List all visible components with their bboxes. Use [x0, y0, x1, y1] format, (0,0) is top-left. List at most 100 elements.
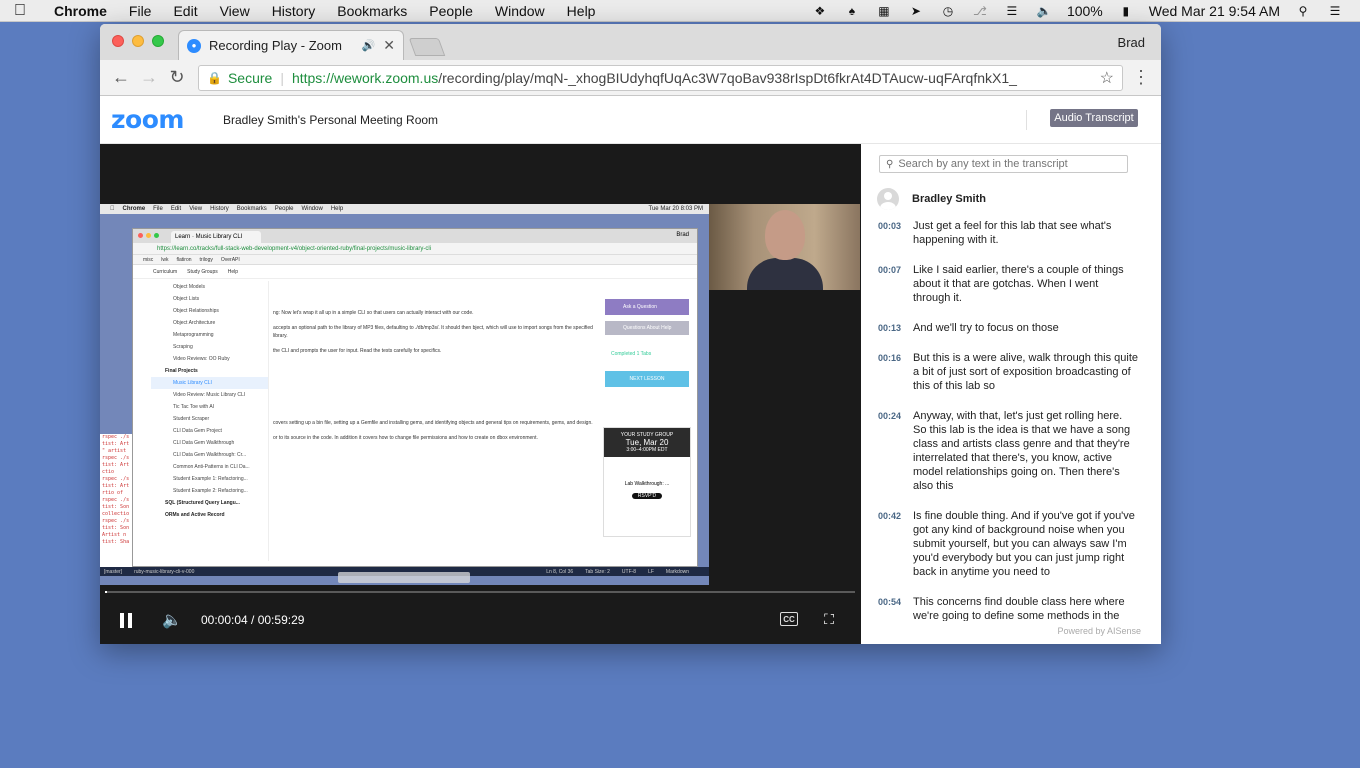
powered-by-aisense[interactable]: Powered by AISense [1057, 626, 1141, 636]
shared-clock: Tue Mar 20 8:03 PM [648, 206, 703, 212]
seek-bar[interactable] [105, 591, 855, 593]
app-grid-icon[interactable]: ▦ [875, 4, 893, 18]
player-main:  Chrome File Edit View History Bookmark… [100, 144, 1161, 644]
transcript-timestamp[interactable]: 00:07 [878, 263, 913, 305]
menu-view[interactable]: View [209, 3, 261, 19]
transcript-search[interactable]: ⚲ [879, 155, 1128, 173]
transcript-entry[interactable]: 00:13 And we'll try to focus on those [878, 321, 1148, 335]
menu-app[interactable]: Chrome [40, 3, 118, 19]
transcript-timestamp[interactable]: 00:42 [878, 509, 913, 579]
minimize-window-button[interactable] [132, 35, 144, 47]
menu-edit[interactable]: Edit [162, 3, 208, 19]
shared-sidebar-item: Video Review: Music Library CLI [173, 392, 246, 398]
fullscreen-icon[interactable]: ⛶ [820, 610, 838, 628]
transcript-search-input[interactable] [898, 158, 1119, 170]
menu-people[interactable]: People [418, 3, 484, 19]
os-menubar:  Chrome File Edit View History Bookmark… [0, 0, 1360, 22]
zoom-favicon-icon: ● [187, 38, 201, 53]
shared-sidebar-item: Student Example 1: Refactoring... [173, 476, 248, 482]
shared-sidebar-section: ORMs and Active Record [165, 512, 225, 518]
shared-next-lesson: NEXT LESSON [605, 371, 689, 387]
transcript-text[interactable]: Like I said earlier, there's a couple of… [913, 263, 1138, 305]
url-text[interactable]: https://wework.zoom.us/recording/play/mq… [292, 70, 1094, 86]
shared-curriculum-sidebar: Object Models Object Lists Object Relati… [151, 281, 269, 561]
notification-center-icon[interactable]: ☰ [1326, 4, 1344, 18]
address-bar[interactable]: 🔒 Secure | https://wework.zoom.us/record… [198, 64, 1123, 91]
pause-icon [120, 612, 124, 628]
apple-icon[interactable]:  [0, 2, 40, 20]
transcript-entry[interactable]: 00:03 Just get a feel for this lab that … [878, 219, 1148, 247]
transcript-entry[interactable]: 00:24 Anyway, with that, let's just get … [878, 409, 1148, 493]
spotlight-search-icon[interactable]: ⚲ [1294, 4, 1312, 18]
shared-status-item: LF [648, 568, 654, 575]
airmail-icon[interactable]: ➤ [907, 4, 925, 18]
tab-audio-icon[interactable]: 🔊 [362, 39, 376, 52]
transcript-timestamp[interactable]: 00:24 [878, 409, 913, 493]
shared-sidebar-item: Student Scraper [173, 416, 210, 422]
transcript-entry[interactable]: 00:07 Like I said earlier, there's a cou… [878, 263, 1148, 305]
transcript-timestamp[interactable]: 00:03 [878, 219, 913, 247]
transcript-text[interactable]: And we'll try to focus on those [913, 321, 1138, 335]
transcript-entry[interactable]: 00:42 Is fine double thing. And if you'v… [878, 509, 1148, 579]
evernote-icon[interactable]: ♠ [843, 4, 861, 18]
omnibox-separator: | [280, 69, 284, 86]
bluetooth-icon[interactable]: ⎇ [971, 4, 989, 18]
menu-history[interactable]: History [261, 3, 327, 19]
shared-menu-history: History [205, 206, 229, 212]
tab-recording-play[interactable]: ● Recording Play - Zoom 🔊 ✕ [178, 30, 404, 60]
shared-paragraph: ng: Now let's wrap it all up in a simple… [273, 310, 474, 316]
video-player[interactable]:  Chrome File Edit View History Bookmark… [100, 144, 861, 644]
bookmark-star-icon[interactable]: ☆ [1100, 68, 1114, 88]
new-tab-button[interactable] [408, 38, 446, 56]
transcript-entries: 00:03 Just get a feel for this lab that … [878, 219, 1148, 621]
shared-sidebar-item: Metaprogramming [173, 332, 214, 338]
transcript-timestamp[interactable]: 00:16 [878, 351, 913, 393]
transcript-timestamp[interactable]: 00:54 [878, 595, 913, 621]
volume-icon[interactable]: 🔈 [1035, 4, 1053, 18]
secure-label[interactable]: Secure [228, 70, 272, 86]
menu-help[interactable]: Help [556, 3, 607, 19]
shared-paragraph: covers setting up a bin file, setting up… [273, 420, 593, 426]
zoom-logo[interactable]: zoom [111, 105, 211, 134]
shared-menu-edit: Edit [166, 206, 181, 212]
webcam-person-head [765, 210, 805, 260]
battery-icon[interactable]: ▮ [1117, 4, 1135, 18]
tab-close-icon[interactable]: ✕ [383, 37, 395, 54]
forward-icon[interactable]: → [136, 65, 162, 91]
audio-transcript-button[interactable]: Audio Transcript [1050, 109, 1138, 127]
menu-window[interactable]: Window [484, 3, 556, 19]
profile-name[interactable]: Brad [1118, 35, 1145, 50]
close-window-button[interactable] [112, 35, 124, 47]
chrome-menu-icon[interactable]: ⋮ [1129, 67, 1153, 88]
menu-bookmarks[interactable]: Bookmarks [326, 3, 418, 19]
shared-address-bar: https://learn.co/tracks/full-stack-web-d… [133, 243, 697, 255]
transcript-text[interactable]: This concerns find double class here whe… [913, 595, 1138, 621]
transcript-text[interactable]: Is fine double thing. And if you've got … [913, 509, 1138, 579]
transcript-text[interactable]: But this is a were alive, walk through t… [913, 351, 1138, 393]
shared-menu-app: Chrome [118, 206, 146, 212]
shared-nav-item: Curriculum [153, 268, 178, 275]
reload-icon[interactable]: ↻ [164, 65, 190, 91]
transcript-text[interactable]: Just get a feel for this lab that see wh… [913, 219, 1138, 247]
shared-completed: Completed 1 Tabs [611, 351, 652, 357]
time-machine-icon[interactable]: ◷ [939, 4, 957, 18]
back-icon[interactable]: ← [108, 65, 134, 91]
closed-captions-button[interactable]: CC [780, 612, 798, 626]
pause-button[interactable] [116, 610, 136, 630]
volume-icon[interactable]: 🔈 [160, 610, 184, 630]
transcript-entry[interactable]: 00:16 But this is a were alive, walk thr… [878, 351, 1148, 393]
zoom-window-button[interactable] [152, 35, 164, 47]
shared-traffic-lights [138, 233, 159, 238]
shared-status-item: Markdown [665, 568, 689, 575]
menu-file[interactable]: File [118, 3, 163, 19]
wifi-icon[interactable]: ☰ [1003, 4, 1021, 18]
transcript-text[interactable]: Anyway, with that, let's just get rollin… [913, 409, 1138, 493]
transcript-entry[interactable]: 00:54 This concerns find double class he… [878, 595, 1148, 621]
clock[interactable]: Wed Mar 21 9:54 AM [1149, 3, 1280, 19]
search-icon: ⚲ [886, 158, 894, 170]
dropbox-icon[interactable]: ❖ [811, 4, 829, 18]
transcript-timestamp[interactable]: 00:13 [878, 321, 913, 335]
lock-icon[interactable]: 🔒 [207, 71, 222, 85]
shared-apple-icon:  [110, 206, 115, 212]
shared-nav-item: Study Groups [187, 268, 218, 275]
